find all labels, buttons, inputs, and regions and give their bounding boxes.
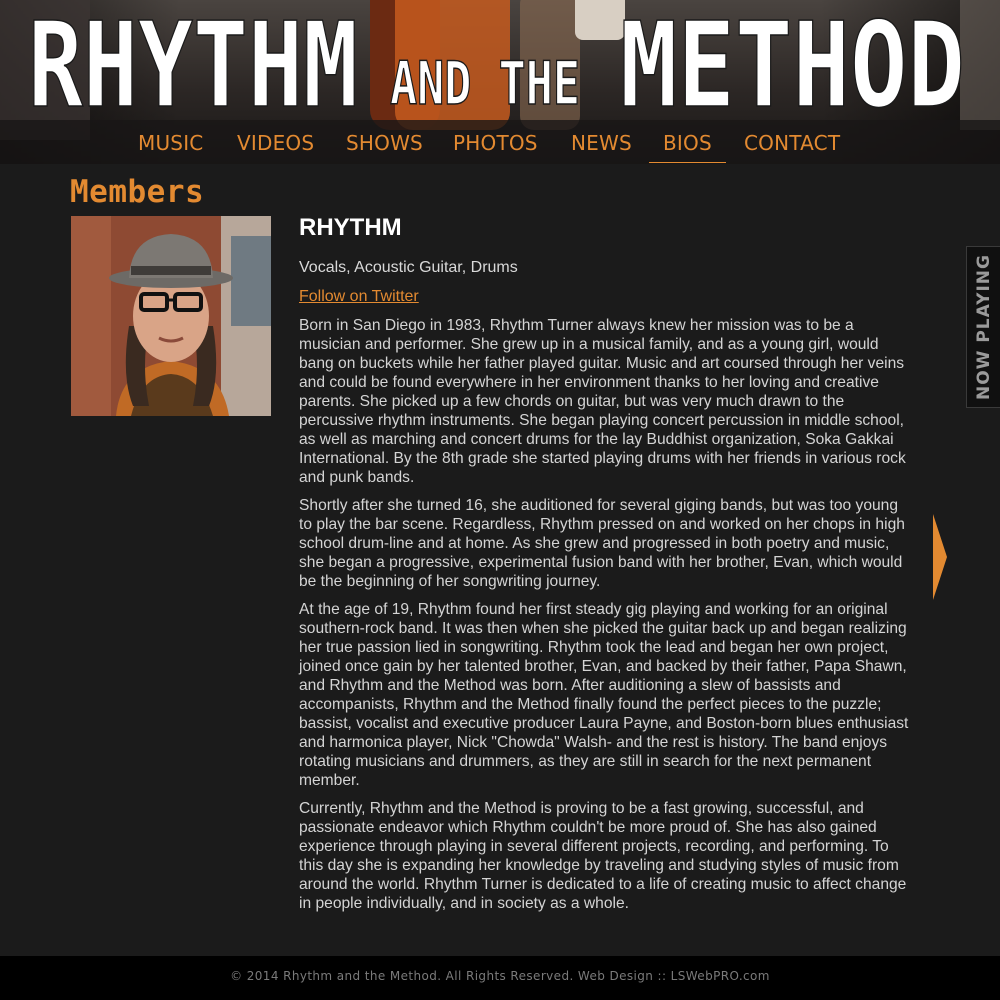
nav-item-contact[interactable]: CONTACT [744, 120, 840, 164]
logo-word-method: METHOD [620, 2, 965, 122]
bio-paragraph: At the age of 19, Rhythm found her first… [299, 601, 909, 789]
member-photo [71, 216, 271, 416]
site-logo[interactable]: RHYTHM AND THE METHOD [0, 2, 1000, 122]
next-arrow-icon[interactable] [932, 514, 948, 600]
now-playing-label: NOW PLAYING [973, 254, 994, 400]
nav-item-bios[interactable]: BIOS [649, 120, 726, 163]
nav-item-videos[interactable]: VIDEOS [237, 120, 314, 164]
logo-word-and-the: AND THE [390, 49, 580, 119]
bio-paragraph: Currently, Rhythm and the Method is prov… [299, 800, 907, 912]
member-photo-illustration [71, 216, 271, 416]
now-playing-tab[interactable]: NOW PLAYING [966, 246, 1000, 408]
bio-paragraph: Born in San Diego in 1983, Rhythm Turner… [299, 317, 906, 486]
page-title: Members [70, 174, 205, 210]
main-nav: MUSIC VIDEOS SHOWS PHOTOS NEWS BIOS CONT… [0, 120, 1000, 164]
nav-item-news[interactable]: NEWS [571, 120, 632, 164]
logo-word-rhythm: RHYTHM [28, 2, 358, 122]
site-header: RHYTHM AND THE METHOD MUSIC VIDEOS SHOWS… [0, 0, 1000, 164]
member-bio: RHYTHM Vocals, Acoustic Guitar, Drums Fo… [299, 213, 914, 913]
copyright-text: © 2014 Rhythm and the Method. All Rights… [230, 969, 770, 983]
twitter-link[interactable]: Follow on Twitter [299, 287, 419, 307]
nav-item-shows[interactable]: SHOWS [346, 120, 423, 164]
nav-item-photos[interactable]: PHOTOS [453, 120, 538, 164]
site-footer: © 2014 Rhythm and the Method. All Rights… [0, 956, 1000, 1000]
bio-paragraph: Shortly after she turned 16, she auditio… [299, 497, 905, 590]
member-role: Vocals, Acoustic Guitar, Drums [299, 259, 518, 276]
member-name: RHYTHM [299, 214, 402, 241]
nav-item-music[interactable]: MUSIC [138, 120, 203, 164]
